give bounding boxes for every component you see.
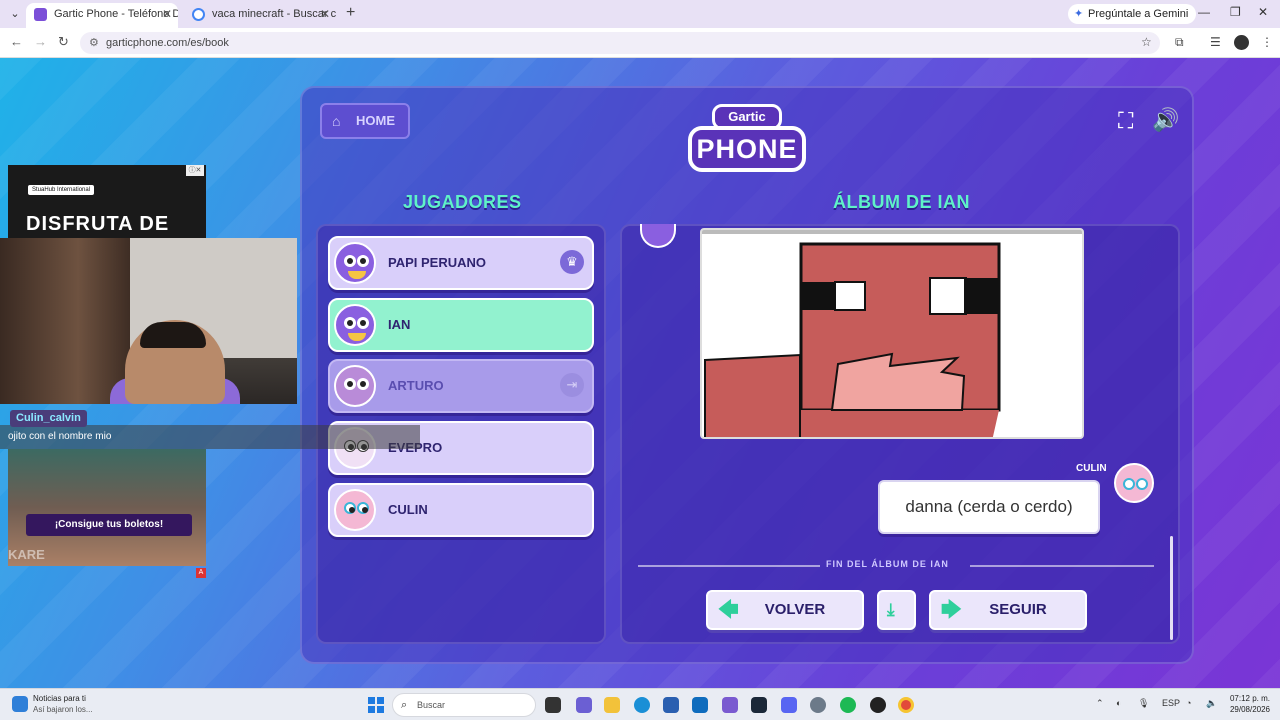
concert-ad[interactable]: ¡Consigue tus boletos! KARE [8,449,206,566]
answer-author-avatar [1114,463,1154,503]
restore-icon[interactable]: ❐ [1230,5,1241,19]
close-window-icon[interactable]: ✕ [1258,5,1268,19]
taskbar: Noticias para ti Así bajaron los... ⌕ Bu… [0,688,1280,720]
pig-drawing [702,230,1082,437]
home-button[interactable]: ⌂ HOME [320,103,410,139]
address-bar: ← → ↻ ⚙ garticphone.com/es/book ☆ ⧉ ☰ ⋮ [0,28,1280,58]
divider-right [970,565,1154,567]
gartic-favicon-icon [34,8,47,21]
reload-icon[interactable]: ↻ [58,34,69,50]
tab-gartic[interactable]: Gartic Phone - Teléfono Descon ✕ [26,3,178,28]
download-button[interactable]: ⤓ [877,590,916,630]
url-field[interactable]: ⚙ garticphone.com/es/book [80,32,1160,54]
ad-banner[interactable]: StuaHub International DISFRUTA DE ⓘ✕ [8,165,206,243]
player-ian[interactable]: IAN [328,298,594,352]
divider-left [638,565,820,567]
language-indicator[interactable]: ESP [1162,698,1180,708]
outlook-icon[interactable] [692,697,708,713]
forward-icon[interactable]: → [34,34,47,49]
bookmark-star-icon[interactable]: ☆ [1141,35,1152,49]
players-title: JUGADORES [403,192,522,212]
discord-icon[interactable] [781,697,797,713]
tab-google[interactable]: vaca minecraft - Buscar con Go ✕ [184,3,336,28]
gemini-button[interactable]: ✦ Pregúntale a Gemini [1068,4,1197,24]
site-info-icon[interactable]: ⚙ [89,32,99,54]
copilot-icon[interactable] [576,697,592,713]
player-avatar [334,489,376,531]
file-explorer-icon[interactable] [604,697,620,713]
close-tab-icon[interactable]: ✕ [320,3,330,25]
next-button[interactable]: 🡆 SEGUIR [929,590,1087,630]
snipping-tool-icon[interactable] [722,697,738,713]
edge-icon[interactable] [634,697,650,713]
settings-icon[interactable] [810,697,826,713]
back-icon[interactable]: ← [10,34,23,49]
player-avatar [334,365,376,407]
end-of-album-label: FIN DEL ÁLBUM DE IAN [826,559,949,569]
microphone-icon[interactable]: 🎙 [1138,698,1149,709]
player-avatar [334,242,376,284]
exit-icon: ⇥ [560,373,584,397]
news-widget-icon[interactable] [12,696,28,712]
volume-icon[interactable]: 🔊 [1152,107,1179,133]
crown-icon: ♛ [560,250,584,274]
steam-icon[interactable] [751,697,767,713]
webcam-feed [0,238,297,404]
clock[interactable]: 07:12 p. m. 29/08/2026 [1228,693,1270,715]
speaker-icon[interactable]: 🔈 [1206,698,1217,709]
chat-message: ojito con el nombre mio [8,431,112,442]
chrome-icon[interactable] [898,697,914,713]
fullscreen-icon[interactable]: ⛶ [1118,110,1140,132]
tray-chevron-icon[interactable]: ⌃ [1096,698,1104,709]
tickets-button[interactable]: ¡Consigue tus boletos! [26,514,192,536]
player-culin[interactable]: CULIN [328,483,594,537]
task-view-icon[interactable] [545,697,561,713]
player-avatar [334,304,376,346]
reading-list-icon[interactable]: ☰ [1210,35,1221,49]
google-favicon-icon [192,8,205,21]
player-papi-peruano[interactable]: PAPI PERUANO ♛ [328,236,594,290]
windows-start-icon[interactable] [368,697,384,713]
browser-tabbar: ⌄ Gartic Phone - Teléfono Descon ✕ vaca … [0,0,1280,28]
new-tab-icon[interactable]: + [346,4,355,22]
album-drawing [700,228,1084,439]
tab-search-icon[interactable]: ⌄ [6,5,24,23]
answer-bubble: danna (cerda o cerdo) [878,480,1100,534]
network-icon[interactable]: ◔ [1186,698,1191,708]
spotify-icon[interactable] [840,697,856,713]
back-button[interactable]: 🡄 VOLVER [706,590,864,630]
home-icon: ⌂ [332,113,341,129]
store-icon[interactable] [663,697,679,713]
gartic-phone-logo: Gartic PHONE [688,104,806,176]
close-tab-icon[interactable]: ✕ [162,3,172,25]
album-title: ÁLBUM DE IAN [833,192,970,212]
download-icon: ⤓ [887,600,895,619]
minimize-icon[interactable]: — [1198,5,1210,19]
more-menu-icon[interactable]: ⋮ [1261,35,1273,49]
search-icon: ⌕ [401,699,408,711]
ad-marker-icon: A [196,568,206,578]
ad-close-icon[interactable]: ⓘ✕ [186,165,204,176]
obs-icon[interactable] [870,697,886,713]
answer-author-label: CULIN [1076,463,1107,474]
profile-avatar[interactable] [1234,35,1249,50]
extensions-icon[interactable]: ⧉ [1175,35,1184,50]
player-arturo[interactable]: ARTURO ⇥ [328,359,594,413]
album-scrollbar[interactable] [1170,536,1173,640]
chat-username: Culin_calvin [10,410,87,427]
gemini-star-icon: ✦ [1074,8,1084,20]
tray-app-icon[interactable]: ◐ [1116,698,1121,708]
taskbar-search[interactable]: ⌕ Buscar [392,693,536,717]
